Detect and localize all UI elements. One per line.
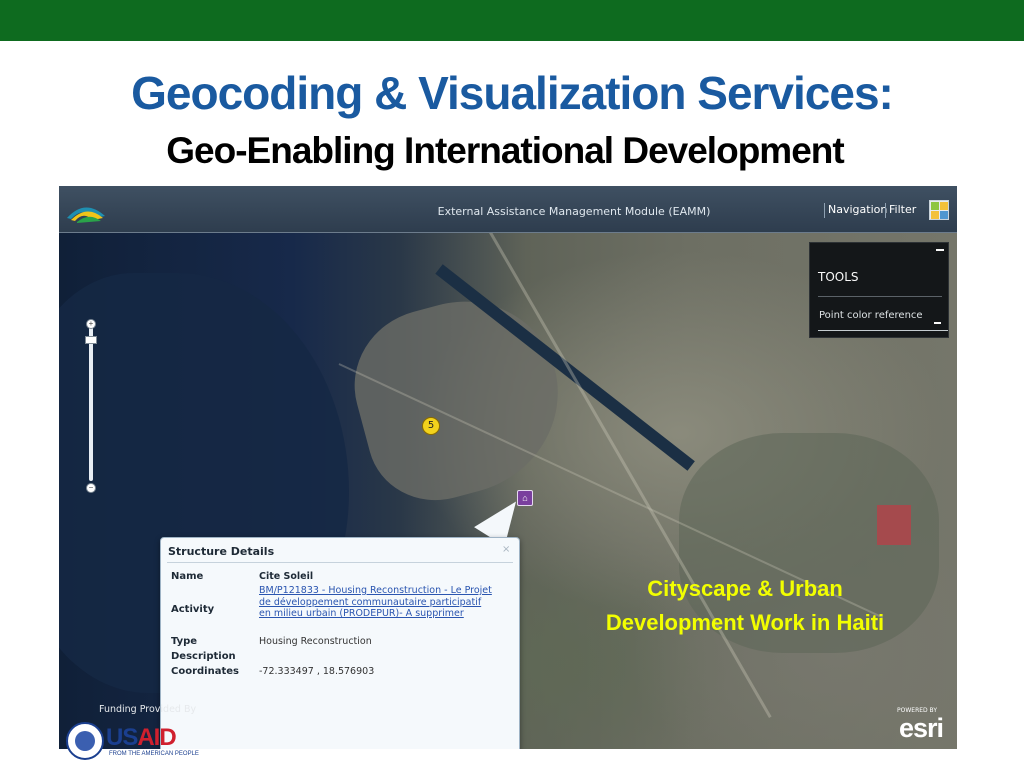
nav-divider xyxy=(824,203,825,218)
annotation-line: Development Work in Haiti xyxy=(605,610,885,635)
field-label: Type xyxy=(171,636,198,647)
grid-icon[interactable] xyxy=(929,200,949,220)
field-value: Cite Soleil xyxy=(259,571,314,582)
app-title: External Assistance Management Module (E… xyxy=(437,205,711,218)
map-building xyxy=(877,505,911,545)
zoom-in-button[interactable]: + xyxy=(86,319,96,329)
collapse-icon[interactable] xyxy=(934,322,941,324)
cluster-marker[interactable]: 5 xyxy=(422,417,440,435)
annotation-line: Cityscape & Urban xyxy=(647,576,843,601)
structure-details-popup: Structure Details × Name Cite Soleil Act… xyxy=(160,537,520,749)
divider xyxy=(818,330,948,331)
activity-link[interactable]: BM/P121833 - Housing Reconstruction - Le… xyxy=(259,585,494,620)
divider xyxy=(167,562,513,563)
esri-wordmark: esri xyxy=(899,713,944,743)
tools-panel: TOOLS Point color reference xyxy=(809,242,949,338)
slide-subtitle: Geo-Enabling International Development xyxy=(166,130,844,171)
zoom-slider-handle[interactable] xyxy=(85,336,97,344)
map-annotation: Cityscape & Urban Development Work in Ha… xyxy=(560,572,930,640)
field-label: Name xyxy=(171,571,204,582)
field-value: Housing Reconstruction xyxy=(259,636,372,647)
grid-cell xyxy=(940,211,948,219)
zoom-out-button[interactable]: − xyxy=(86,483,96,493)
satellite-map[interactable]: + − 5 ⌂ TOOLS Point color reference Stru… xyxy=(59,233,957,749)
nav-divider xyxy=(885,203,886,218)
slide-title: Geocoding & Visualization Services: xyxy=(131,67,894,119)
grid-cell xyxy=(940,202,948,210)
usaid-aid: AID xyxy=(137,724,176,751)
usaid-seal-icon xyxy=(66,722,104,760)
esri-logo: POWERED BY esri xyxy=(895,707,951,747)
close-icon[interactable]: × xyxy=(502,544,510,555)
minimize-icon[interactable] xyxy=(936,249,944,251)
app-header: External Assistance Management Module (E… xyxy=(59,186,957,233)
filter-link[interactable]: Filter xyxy=(889,203,916,216)
navigation-link[interactable]: Navigation xyxy=(828,203,887,216)
map-land xyxy=(337,280,581,516)
usaid-logo: USAID FROM THE AMERICAN PEOPLE xyxy=(66,722,206,762)
popup-title: Structure Details xyxy=(168,545,275,558)
grid-cell xyxy=(931,211,939,219)
field-label: Activity xyxy=(171,604,215,615)
top-banner xyxy=(0,0,1024,41)
funding-text: Funding Provided By xyxy=(99,704,197,715)
point-color-reference-item[interactable]: Point color reference xyxy=(819,310,923,321)
field-value: -72.333497 , 18.576903 xyxy=(259,666,375,677)
field-label: Coordinates xyxy=(171,666,239,677)
tools-title: TOOLS xyxy=(818,270,859,284)
field-label: Description xyxy=(171,651,236,662)
divider xyxy=(818,296,942,297)
usaid-us: US xyxy=(106,724,138,751)
zoom-slider[interactable] xyxy=(89,323,93,481)
usaid-tagline: FROM THE AMERICAN PEOPLE xyxy=(109,751,199,757)
usaid-wordmark: USAID xyxy=(106,724,177,752)
grid-cell xyxy=(931,202,939,210)
eamm-app-window: External Assistance Management Module (E… xyxy=(59,186,957,749)
